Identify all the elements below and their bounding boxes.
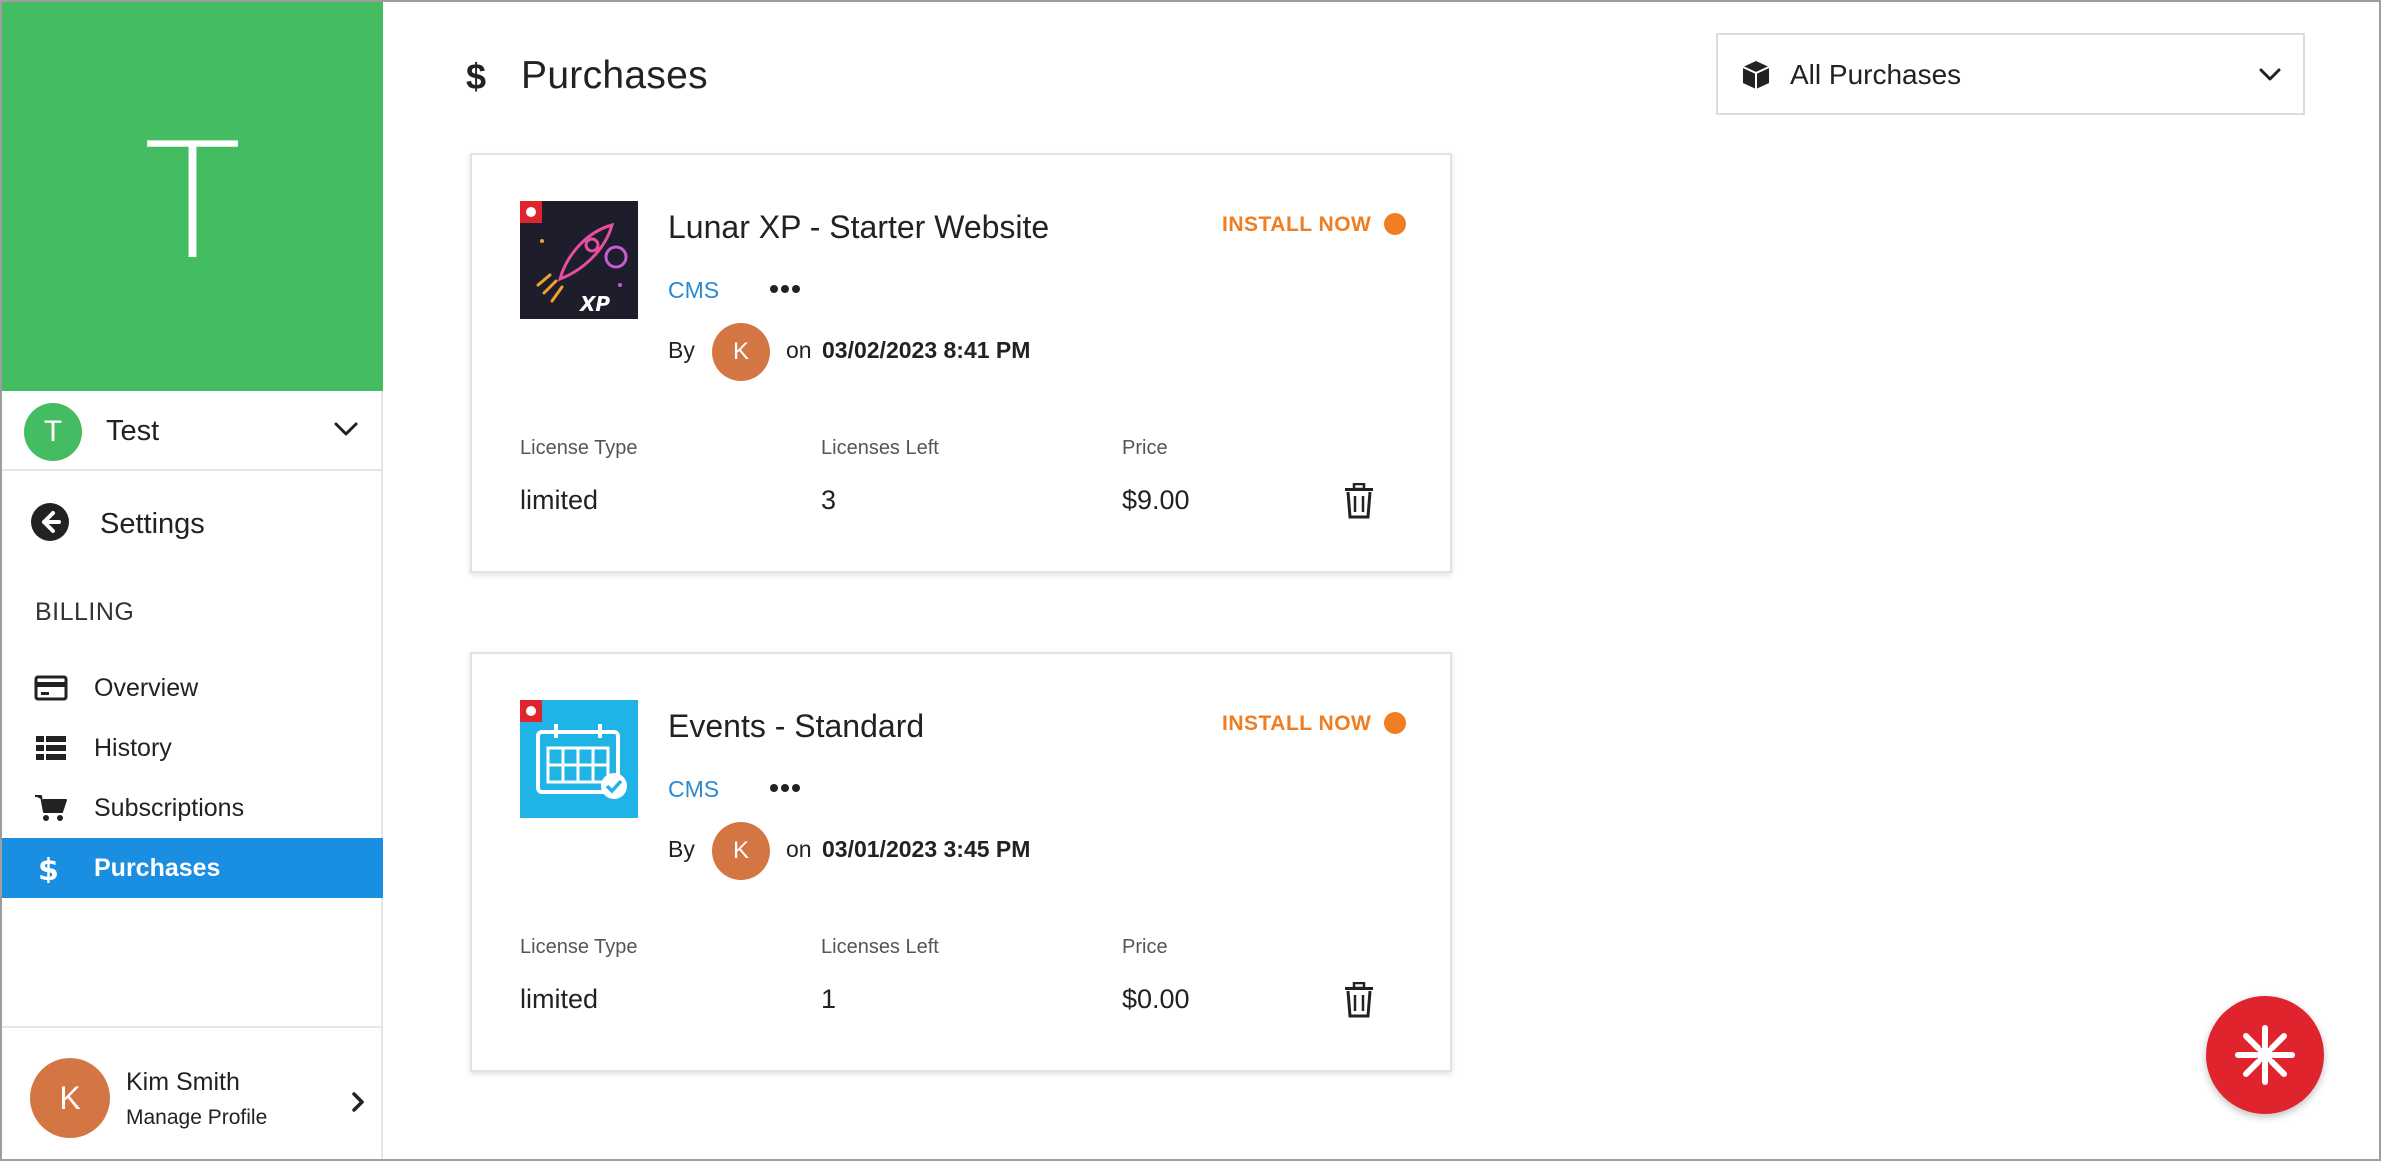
credit-card-icon [34, 675, 68, 701]
purchase-card: XP Lunar XP - Starter Website INSTALL NO… [470, 153, 1452, 573]
back-arrow-circle-icon [31, 503, 69, 541]
settings-back-link[interactable]: Settings [30, 502, 360, 546]
workspace-name: Test [106, 415, 160, 447]
box-icon [1742, 61, 1770, 89]
avatar: K [712, 323, 770, 381]
category-link[interactable]: CMS [668, 277, 719, 304]
on-label: on [786, 836, 812, 862]
workspace-switcher[interactable]: T Test [2, 391, 383, 471]
chevron-right-icon [352, 1092, 364, 1112]
on-label: on [786, 337, 812, 363]
license-type-label: License Type [520, 437, 638, 459]
price-label: Price [1122, 437, 1168, 459]
trash-icon[interactable] [1344, 483, 1374, 519]
list-icon [36, 736, 66, 760]
license-type-label: License Type [520, 936, 638, 958]
brand-tile: T [2, 2, 383, 391]
cart-icon [35, 795, 67, 821]
licenses-left-value: 1 [821, 984, 837, 1014]
install-now-button[interactable]: INSTALL NOW [1222, 213, 1371, 237]
license-type-value: limited [520, 984, 599, 1014]
price-label: Price [1122, 936, 1168, 958]
licenses-left-label: Licenses Left [821, 936, 939, 958]
licenses-left-label: Licenses Left [821, 437, 939, 459]
dollar-icon: $ [38, 853, 59, 883]
licenses-left-value: 3 [821, 485, 837, 515]
sidebar-item-overview[interactable]: Overview [2, 658, 383, 718]
by-label: By [668, 836, 695, 862]
trash-icon[interactable] [1344, 982, 1374, 1018]
dollar-icon: $ [466, 56, 487, 97]
joomla-logo-icon [2235, 1025, 2295, 1085]
price-value: $9.00 [1122, 485, 1190, 515]
more-options-icon[interactable] [768, 778, 802, 798]
sidebar: T T Test Settings BILLING Overview Histo… [2, 2, 383, 1159]
filter-selected-value: All Purchases [1790, 59, 1962, 90]
help-fab-button[interactable] [2206, 996, 2324, 1114]
profile-name: Kim Smith [126, 1068, 240, 1096]
profile-subtitle: Manage Profile [126, 1106, 268, 1129]
calendar-thumbnail [520, 700, 638, 818]
sidebar-item-history[interactable]: History [2, 718, 383, 778]
avatar: K [712, 822, 770, 880]
install-now-button[interactable]: INSTALL NOW [1222, 712, 1371, 736]
sidebar-item-label: History [94, 734, 172, 762]
billing-section-heading: BILLING [35, 598, 135, 626]
brand-letter: T [143, 108, 242, 295]
chevron-down-icon [2259, 68, 2281, 81]
by-label: By [668, 337, 695, 363]
price-value: $0.00 [1122, 984, 1190, 1014]
sidebar-item-label: Purchases [94, 854, 221, 882]
purchase-filter-select[interactable]: All Purchases [1716, 33, 2305, 115]
svg-text:$: $ [38, 853, 59, 883]
product-title: Events - Standard [668, 708, 925, 744]
license-type-value: limited [520, 485, 599, 515]
sidebar-item-label: Overview [94, 674, 199, 702]
thumbnail-brand-text: XP [578, 292, 610, 316]
purchase-card: Events - Standard INSTALL NOW CMS By K o… [470, 652, 1452, 1072]
settings-label: Settings [100, 508, 205, 540]
category-link[interactable]: CMS [668, 776, 719, 803]
workspace-avatar: T [24, 403, 82, 461]
manage-profile-link[interactable]: K Kim Smith Manage Profile [2, 1026, 383, 1161]
sidebar-item-label: Subscriptions [94, 794, 245, 822]
purchase-date: 03/02/2023 8:41 PM [822, 337, 1031, 363]
sidebar-item-subscriptions[interactable]: Subscriptions [2, 778, 383, 838]
sidebar-item-purchases[interactable]: $ Purchases [2, 838, 383, 898]
status-dot [1384, 213, 1406, 235]
avatar: K [30, 1058, 110, 1138]
page-title: Purchases [521, 54, 708, 97]
chevron-down-icon [334, 422, 358, 436]
rocket-thumbnail: XP [520, 201, 638, 319]
purchase-date: 03/01/2023 3:45 PM [822, 836, 1031, 862]
more-options-icon[interactable] [768, 279, 802, 299]
product-title: Lunar XP - Starter Website [668, 209, 1050, 245]
status-dot [1384, 712, 1406, 734]
